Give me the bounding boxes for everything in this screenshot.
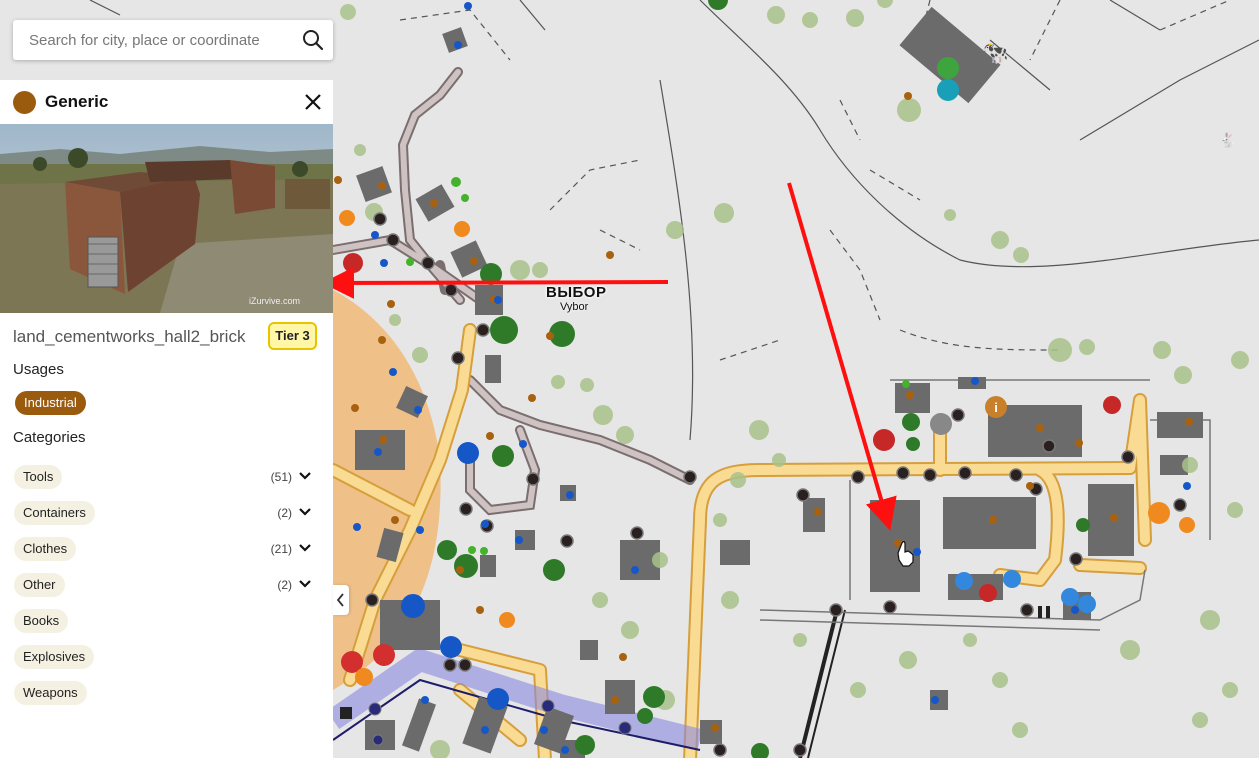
category-count: (51)	[270, 470, 292, 484]
search-input[interactable]	[13, 20, 293, 60]
search-bar	[13, 20, 333, 60]
category-count: (21)	[270, 542, 292, 556]
info-panel: Generic iZurvive.com land_cementworks_ha…	[0, 80, 333, 758]
chevron-down-icon[interactable]	[298, 506, 312, 518]
panel-header: Generic	[0, 80, 333, 124]
category-chip[interactable]: Tools	[14, 465, 63, 489]
panel-title: Generic	[45, 92, 109, 111]
category-row-explosives[interactable]: Explosives	[0, 643, 333, 669]
svg-text:🐇: 🐇	[1219, 132, 1236, 149]
chevron-down-icon[interactable]	[298, 542, 312, 554]
category-row-tools[interactable]: Tools (51)	[0, 463, 333, 489]
svg-text:i: i	[994, 400, 998, 415]
type-color-dot	[13, 91, 36, 114]
category-row-weapons[interactable]: Weapons	[0, 679, 333, 705]
category-chip[interactable]: Weapons	[14, 681, 87, 705]
object-name: land_cementworks_hall2_brick	[13, 327, 246, 346]
location-photo[interactable]: iZurvive.com	[0, 124, 333, 313]
category-row-books[interactable]: Books	[0, 607, 333, 633]
chevron-down-icon[interactable]	[298, 578, 312, 590]
category-chip[interactable]: Explosives	[14, 645, 95, 669]
chevron-left-icon	[336, 593, 344, 607]
chevron-down-icon[interactable]	[298, 470, 312, 482]
photo-credit: iZurvive.com	[249, 296, 301, 306]
category-row-other[interactable]: Other (2)	[0, 571, 333, 597]
category-row-clothes[interactable]: Clothes (21)	[0, 535, 333, 561]
svg-text:🐄: 🐄	[981, 40, 1008, 65]
category-chip[interactable]: Books	[14, 609, 69, 633]
tier-badge: Tier 3	[268, 322, 317, 350]
category-row-containers[interactable]: Containers (2)	[0, 499, 333, 525]
usage-chip-industrial[interactable]: Industrial	[15, 391, 86, 415]
town-label-ru: ВЫБОР	[546, 284, 607, 301]
close-icon[interactable]	[302, 91, 324, 113]
category-count: (2)	[277, 506, 292, 520]
collapse-panel-button[interactable]	[333, 585, 349, 615]
arrow-to-panel	[322, 266, 669, 299]
category-count: (2)	[277, 578, 292, 592]
usages-heading: Usages	[13, 361, 64, 378]
category-chip[interactable]: Clothes	[14, 537, 77, 561]
categories-heading: Categories	[13, 429, 86, 446]
category-chip[interactable]: Containers	[14, 501, 95, 525]
search-icon[interactable]	[301, 28, 325, 52]
town-label-en: Vybor	[560, 301, 589, 313]
category-chip[interactable]: Other	[14, 573, 65, 597]
